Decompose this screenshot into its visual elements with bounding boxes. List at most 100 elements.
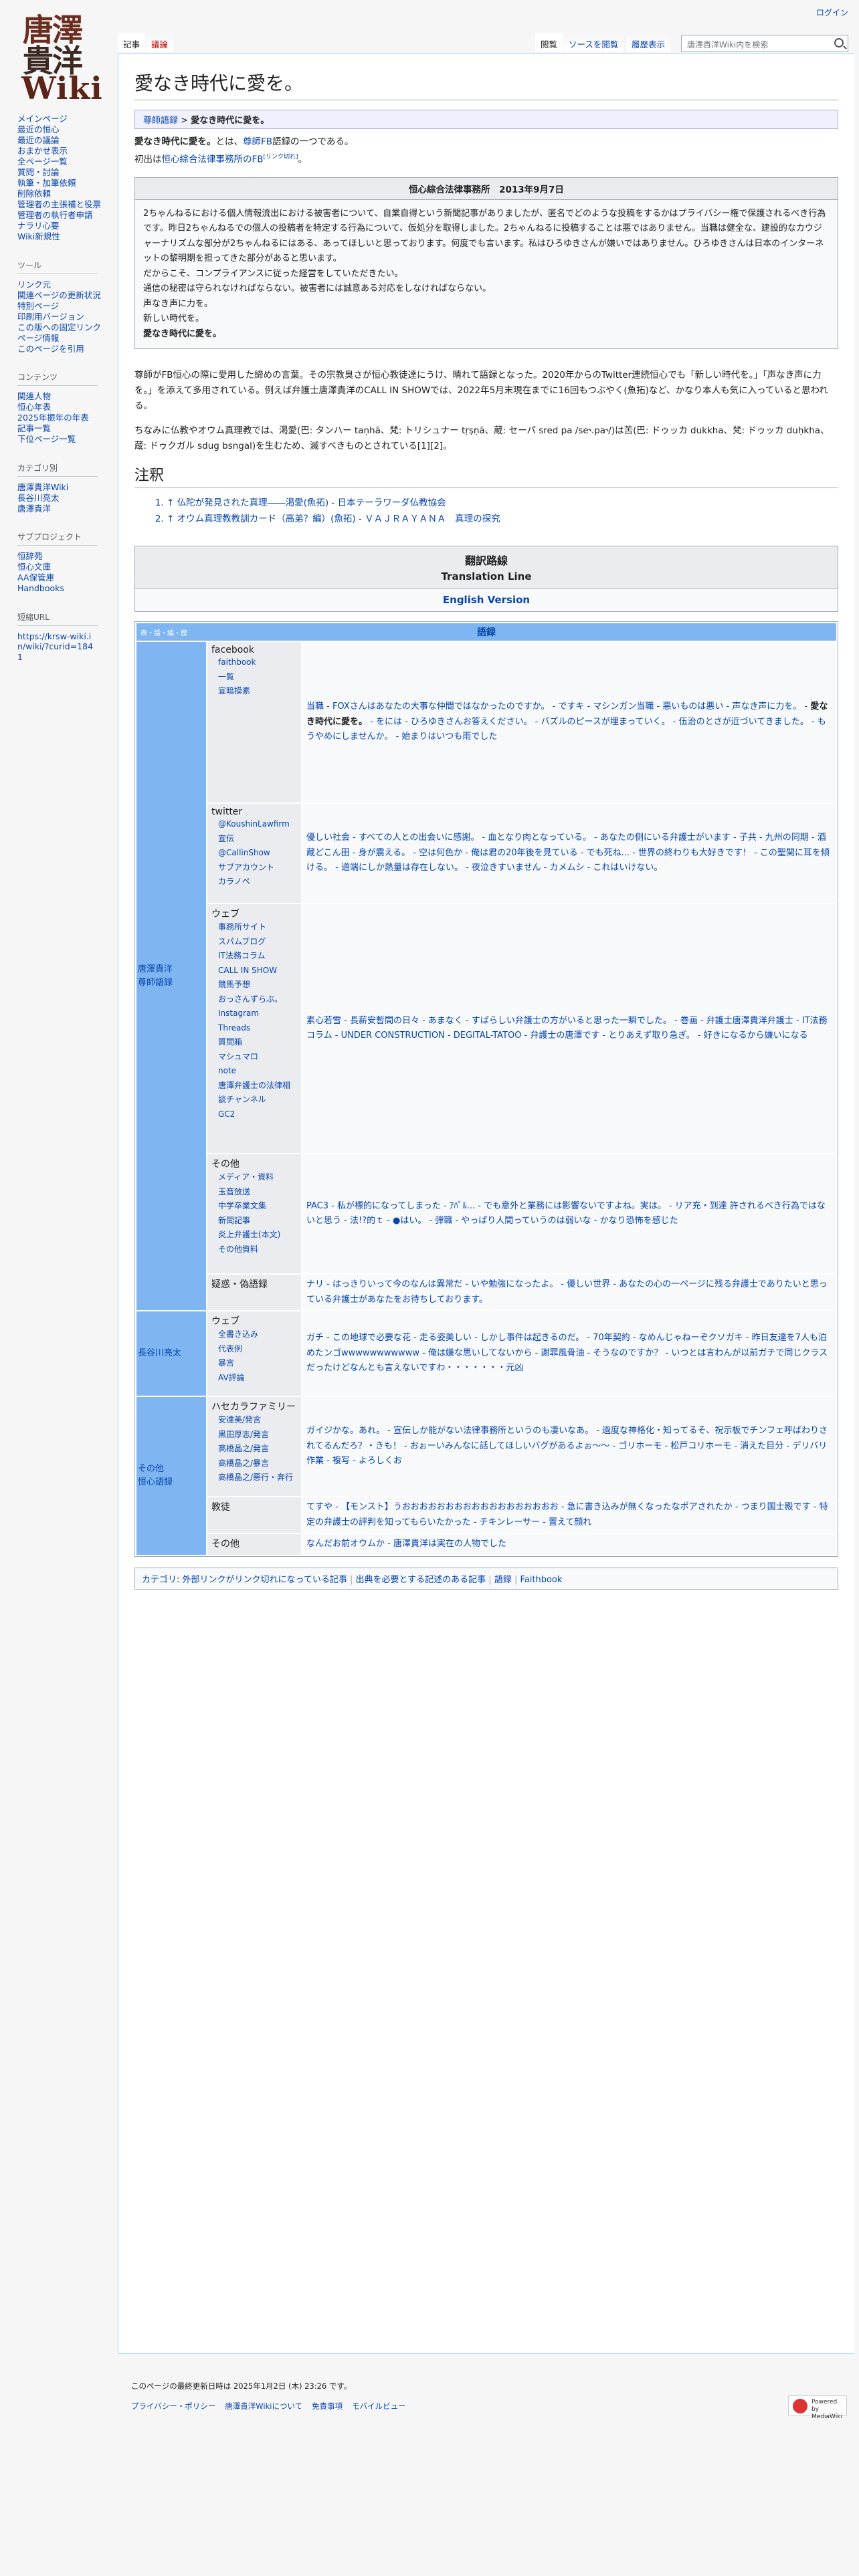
navbox-sublink[interactable]: @KoushinLawfirm: [218, 817, 297, 832]
navbox-sublink[interactable]: サブアカウント: [218, 861, 297, 875]
navbox-sublink[interactable]: 新聞記事: [218, 1214, 297, 1228]
navbox-title-link[interactable]: 語録: [477, 627, 496, 638]
sidebar-item[interactable]: 質問・討論: [17, 167, 114, 178]
sidebar-item[interactable]: 関連人物: [17, 391, 114, 402]
navbox-vte-links[interactable]: 表・話・編・歴: [140, 627, 187, 637]
sidebar-item[interactable]: 記事一覧: [17, 423, 114, 434]
sidebar-item[interactable]: 全ページ一覧: [17, 156, 114, 167]
tab-history[interactable]: 履歴表示: [626, 33, 671, 52]
sidebar-item[interactable]: 印刷用バージョン: [17, 312, 114, 322]
navbox-list-believers[interactable]: てすや - 【モンスト】うおおおおおおおおおおおおおおおおおお - 急に書き込み…: [302, 1497, 836, 1533]
navbox-sublink[interactable]: 玉音放送: [218, 1185, 297, 1200]
sidebar-item[interactable]: 関連ページの更新状況: [17, 290, 114, 301]
navbox-group-other[interactable]: その他 恒心語録: [136, 1397, 206, 1555]
navbox-sublink[interactable]: 代表例: [218, 1342, 297, 1357]
sidebar-item[interactable]: ナラリ心要: [17, 221, 114, 231]
sidebar-item[interactable]: AA保管庫: [17, 572, 114, 583]
sidebar-item[interactable]: リンク元: [17, 280, 114, 290]
sidebar-item[interactable]: 2025年振年の年表: [17, 413, 114, 423]
sidebar-item[interactable]: 特別ページ: [17, 301, 114, 312]
navbox-sublink[interactable]: Instagram: [218, 1006, 297, 1021]
navbox-sublink[interactable]: AV評論: [218, 1371, 297, 1386]
navbox-list-fake[interactable]: ナリ - はっきりいって今のなんは異常だ - いや勉強になったよ。 - 優しい世…: [302, 1275, 836, 1310]
breadcrumb-link[interactable]: 尊師語録: [143, 116, 178, 126]
note-item[interactable]: ↑ オウム真理教教訓カード（高弟？編）(魚拓) - ＶＡＪＲＡＹＡＮＡ 真理の探…: [167, 511, 838, 527]
navbox-list-other[interactable]: なんだお前オウムか - 唐澤貴洋は実在の人物でした: [302, 1534, 836, 1555]
sidebar-item[interactable]: Wiki新規性: [17, 231, 114, 242]
navbox-sublink[interactable]: 全書き込み: [218, 1327, 297, 1342]
sidebar-item[interactable]: 管理者の執行者申請: [17, 210, 114, 221]
navbox-sublink[interactable]: マシュマロ: [218, 1050, 297, 1065]
navbox-sublink[interactable]: 高橋晶之/悪行・奔行: [218, 1471, 297, 1485]
navbox-sublink[interactable]: 黒田厚志/発言: [218, 1428, 297, 1442]
sidebar-item[interactable]: 恒心年表: [17, 402, 114, 413]
first-link[interactable]: 恒心綜合法律事務所のFB: [162, 154, 264, 165]
navbox-sublink[interactable]: スパムブログ: [218, 935, 297, 950]
sidebar-item[interactable]: 管理者の主張補と役票: [17, 199, 114, 210]
navbox-sublink[interactable]: 宣暗摸素: [218, 684, 297, 699]
sidebar-item[interactable]: 恒心文庫: [17, 562, 114, 572]
navbox-sublink[interactable]: note: [218, 1064, 297, 1079]
search-input[interactable]: 唐澤貴洋Wiki内を検索: [681, 35, 848, 52]
navbox-sublink[interactable]: おっさんずらぶ。: [218, 992, 297, 1007]
sidebar-item[interactable]: ページ情報: [17, 333, 114, 344]
sidebar-item[interactable]: 唐澤貴洋: [17, 504, 114, 514]
sidebar-item[interactable]: 長谷川亮太: [17, 493, 114, 504]
tab-view-source[interactable]: ソースを閲覧: [563, 33, 624, 52]
search-icon[interactable]: [834, 38, 844, 47]
navbox-group-hasegawa[interactable]: 長谷川亮太: [136, 1311, 206, 1396]
navbox-sublink[interactable]: 炎上弁護士(本文): [218, 1228, 297, 1243]
navbox-sublink[interactable]: Threads: [218, 1021, 297, 1036]
sidebar-item[interactable]: この版への固定リンク: [17, 322, 114, 333]
footer-link[interactable]: モバイルビュー: [352, 2401, 406, 2411]
navbox-sublink[interactable]: CALL IN SHOW: [218, 964, 297, 978]
navbox-sublink[interactable]: 安達美/発言: [218, 1413, 297, 1428]
footer-link[interactable]: プライバシー・ポリシー: [131, 2401, 215, 2411]
sidebar-item[interactable]: 削除依頼: [17, 189, 114, 199]
navbox-list-hs-web[interactable]: ガチ - この地球で必要な花 - 走る姿美しい - しかし事件は起きるのだ。 -…: [302, 1311, 836, 1396]
navbox-list-web[interactable]: 素心若雪 - 長薪安暫間の日々 - あまなく - すばらしい弁護士の方がいると思…: [302, 904, 836, 1153]
navbox-sublink[interactable]: その他資料: [218, 1243, 297, 1257]
navbox-sublink[interactable]: 高橋晶之/暴言: [218, 1457, 297, 1471]
sidebar-item[interactable]: 恒辞苑: [17, 551, 114, 562]
navbox-sublink[interactable]: メディア・資料: [218, 1170, 297, 1185]
sidebar-item[interactable]: 最近の恒心: [17, 124, 114, 135]
english-version-link[interactable]: English Version: [135, 588, 838, 611]
category-link[interactable]: Faithbook: [520, 1575, 563, 1585]
navbox-sublink[interactable]: 一覧: [218, 670, 297, 685]
sidebar-item[interactable]: 最近の議論: [17, 135, 114, 146]
navbox-sublink[interactable]: faithbook: [218, 655, 297, 670]
dead-link-tag[interactable]: [リンク切れ]: [264, 154, 298, 160]
navbox-sublink[interactable]: 事務所サイト: [218, 920, 297, 935]
sidebar-item[interactable]: メインページ: [17, 114, 114, 124]
powered-by-mediawiki-badge[interactable]: Powered by MediaWiki: [788, 2395, 847, 2420]
footer-link[interactable]: 唐澤貴洋Wikiについて: [225, 2401, 302, 2411]
navbox-sublink[interactable]: 唐澤弁護士の法律相談チャンネル: [218, 1079, 297, 1107]
navbox-sublink[interactable]: 中学卒業文集: [218, 1199, 297, 1214]
navbox-list-twitter[interactable]: 優しい社会 - すべての人との出会いに感謝。 - 血となり肉となっている。 - …: [302, 804, 836, 903]
category-link[interactable]: 外部リンクがリンク切れになっている記事: [183, 1575, 347, 1585]
category-link[interactable]: 出典を必要とする記述のある記事: [356, 1575, 486, 1585]
site-logo[interactable]: 唐澤 貴洋 Wiki: [17, 11, 102, 104]
navbox-sublink[interactable]: カラノペ: [218, 875, 297, 889]
navbox-list-etc[interactable]: PAC3 - 私が標的になってしまった - ｱﾊﾟﾙ... - でも意外と業務に…: [302, 1154, 836, 1273]
tab-talk[interactable]: 議論: [146, 33, 174, 52]
navbox-sublink[interactable]: 高橋晶之/発言: [218, 1442, 297, 1457]
tab-article[interactable]: 記事: [118, 33, 146, 52]
sidebar-item[interactable]: このページを引用: [17, 344, 114, 354]
sidebar-item[interactable]: 下位ページ一覧: [17, 434, 114, 445]
navbox-sublink[interactable]: GC2: [218, 1107, 297, 1122]
navbox-sublink[interactable]: 暴言: [218, 1356, 297, 1371]
sidebar-item[interactable]: おまかせ表示: [17, 146, 114, 156]
sidebar-item[interactable]: 執筆・加筆依頼: [17, 178, 114, 189]
navbox-sublink[interactable]: IT法務コラム: [218, 949, 297, 964]
navbox-list-family[interactable]: ガイジかな。あれ。 - 宣伝しか能がない法律事務所というのも凄いなあ。 - 過度…: [302, 1397, 836, 1496]
navbox-group-tousho[interactable]: 唐澤貴洋 尊師語録: [136, 642, 206, 1310]
navbox-list-facebook[interactable]: 当職 - FOXさんはあなたの大事な仲間ではなかったのですか。 - ですキ - …: [302, 642, 836, 802]
login-link[interactable]: ログイン: [816, 7, 848, 18]
navbox-sublink[interactable]: @CallinShow: [218, 846, 297, 861]
sidebar-item[interactable]: https://krsw-wiki.in/wiki/?curid=1841: [17, 631, 98, 663]
intro-link[interactable]: 尊師FB: [243, 136, 272, 147]
navbox-sublink[interactable]: 競馬予想: [218, 978, 297, 992]
note-item[interactable]: ↑ 仏陀が発見された真理――渇愛(魚拓) - 日本テーラワーダ仏教協会: [167, 495, 838, 511]
